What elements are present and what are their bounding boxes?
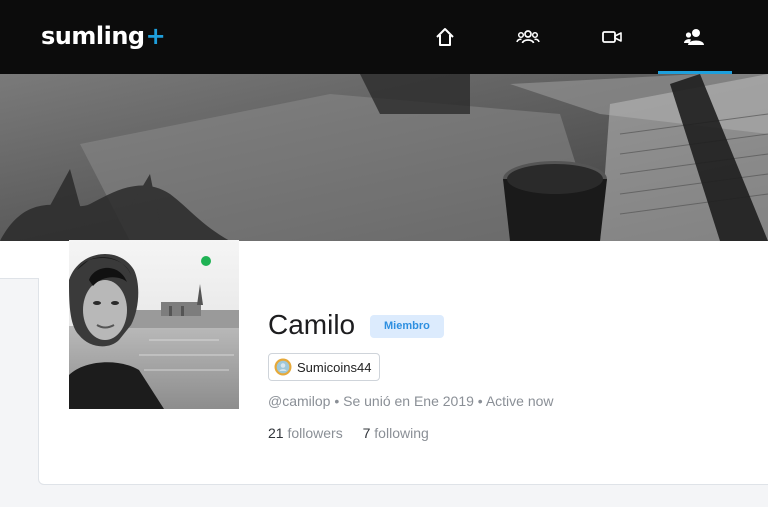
users-icon bbox=[684, 29, 704, 45]
cover-photo bbox=[0, 74, 768, 241]
followers-label: followers bbox=[287, 425, 343, 441]
home-icon bbox=[436, 28, 454, 46]
sumling-logo[interactable]: sumling+ bbox=[41, 22, 166, 50]
nav-groups-button[interactable] bbox=[508, 18, 548, 56]
coin-icon bbox=[274, 358, 292, 376]
following-label: following bbox=[374, 425, 429, 441]
avatar-photo bbox=[69, 240, 239, 409]
video-icon bbox=[602, 31, 622, 43]
profile-meta: @camilop • Se unió en Ene 2019 • Active … bbox=[268, 393, 554, 409]
following-count: 7 bbox=[362, 425, 371, 441]
followers-count: 21 bbox=[268, 425, 284, 441]
nav-users-button[interactable] bbox=[675, 18, 715, 56]
online-status-indicator bbox=[201, 256, 211, 266]
logo-plus-mark: + bbox=[145, 22, 166, 50]
following-link[interactable]: 7 following bbox=[363, 425, 429, 441]
profile-avatar[interactable] bbox=[69, 240, 239, 409]
nav-home-button[interactable] bbox=[425, 18, 465, 56]
groups-icon bbox=[516, 30, 540, 44]
followers-link[interactable]: 21 followers bbox=[268, 425, 343, 441]
profile-name: Camilo bbox=[268, 309, 356, 340]
sumicoins-label: Sumicoins44 bbox=[297, 359, 372, 375]
profile-stats: 21 followers 7 following bbox=[268, 425, 445, 441]
sumicoins-badge[interactable]: Sumicoins44 bbox=[268, 353, 381, 381]
member-role-badge: Miembro bbox=[370, 315, 444, 338]
nav-video-button[interactable] bbox=[592, 18, 632, 56]
top-navigation-bar: sumling+ bbox=[0, 0, 768, 74]
